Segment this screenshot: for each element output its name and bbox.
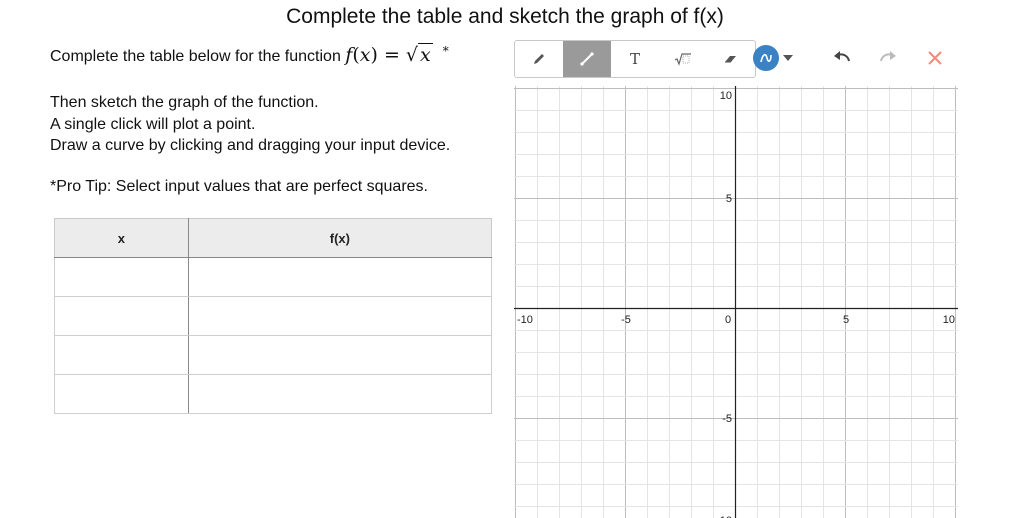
redo-icon	[880, 51, 896, 62]
eraser-icon	[725, 56, 736, 63]
fx-cell[interactable]	[187, 374, 493, 414]
x-tick-label: -10	[517, 314, 533, 326]
x-tick-label: 0	[725, 314, 731, 326]
line-segment-icon	[580, 52, 594, 66]
eraser-tool-button[interactable]	[707, 41, 755, 77]
curve-icon	[760, 53, 772, 63]
table-row	[54, 335, 493, 375]
fx-cell[interactable]	[187, 296, 493, 336]
function-variable: x	[359, 44, 371, 66]
graph-canvas[interactable]: -10-50510105-5-10	[514, 86, 958, 518]
table-row	[54, 374, 493, 414]
fx-cell[interactable]	[187, 257, 493, 297]
page-title: Complete the table and sketch the graph …	[286, 5, 724, 28]
pro-tip: *Pro Tip: Select input values that are p…	[50, 178, 428, 195]
y-tick-label: -5	[722, 413, 732, 425]
instruction-line: Draw a curve by clicking and dragging yo…	[50, 137, 451, 154]
x-tick-label: 5	[843, 314, 849, 326]
redo-button[interactable]	[878, 44, 898, 72]
math-tool-button[interactable]	[659, 41, 707, 77]
prompt-text: Complete the table below for the functio…	[50, 48, 341, 65]
x-cell[interactable]	[54, 257, 189, 297]
radicand: x	[418, 43, 433, 66]
drawing-toolbar: T	[514, 40, 756, 78]
equals-sign: =	[383, 44, 400, 66]
value-table: x f(x)	[54, 218, 493, 414]
instructions: Then sketch the graph of the function. A…	[50, 92, 450, 157]
text-tool-button[interactable]: T	[611, 41, 659, 77]
undo-icon	[834, 51, 850, 62]
table-row	[54, 257, 493, 297]
function-prompt: Complete the table below for the functio…	[50, 43, 449, 66]
clear-button[interactable]	[926, 44, 944, 72]
instruction-line: Then sketch the graph of the function.	[50, 94, 319, 111]
sqrt-symbol: √	[405, 44, 419, 66]
x-tick-label: -5	[621, 314, 631, 326]
y-tick-label: 5	[726, 193, 732, 205]
pencil-tool-button[interactable]	[515, 41, 563, 77]
chevron-down-icon	[783, 55, 793, 61]
color-swatch[interactable]	[753, 45, 779, 71]
text-icon: T	[629, 50, 640, 68]
x-cell[interactable]	[54, 374, 189, 414]
line-tool-button[interactable]	[563, 41, 611, 77]
color-picker[interactable]	[753, 44, 794, 72]
x-cell[interactable]	[54, 335, 189, 375]
square-root-icon	[674, 53, 691, 66]
x-tick-label: 10	[943, 314, 955, 326]
pencil-icon	[534, 54, 544, 64]
undo-button[interactable]	[832, 44, 852, 72]
close-icon	[928, 51, 942, 65]
instruction-line: A single click will plot a point.	[50, 115, 256, 133]
function-expression: f(x) = √ x *	[345, 43, 449, 66]
y-tick-label: 10	[720, 90, 732, 102]
x-cell[interactable]	[54, 296, 189, 336]
footnote-mark: *	[442, 44, 449, 58]
table-row	[54, 296, 493, 336]
fx-cell[interactable]	[187, 335, 493, 375]
table-header-x: x	[54, 218, 189, 258]
table-header-fx: f(x)	[187, 218, 493, 258]
